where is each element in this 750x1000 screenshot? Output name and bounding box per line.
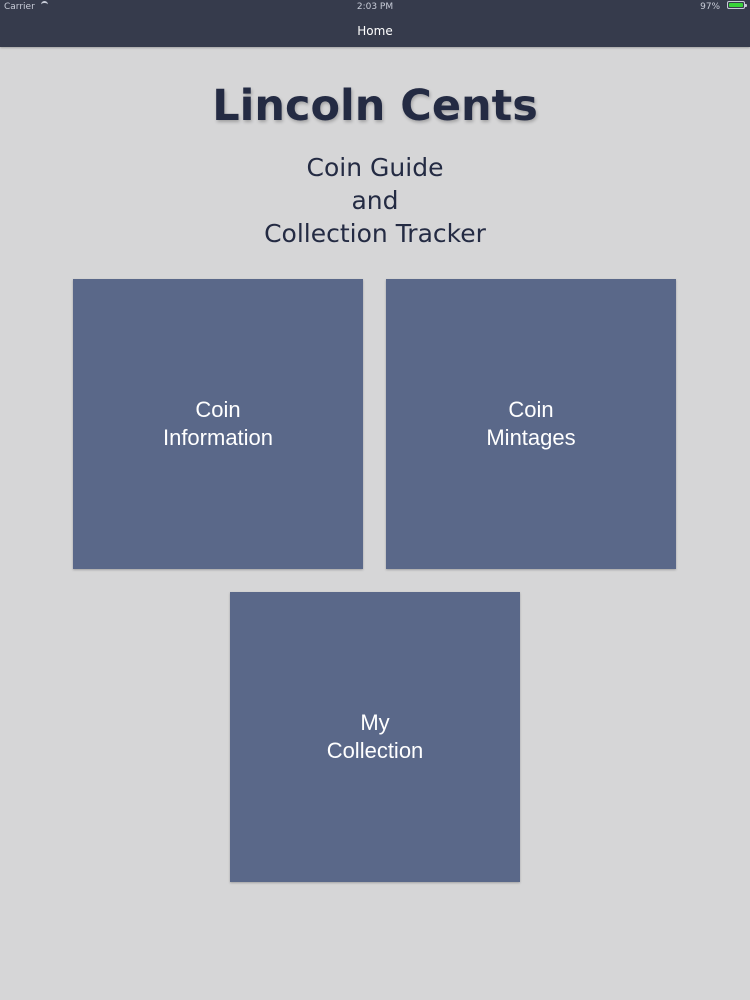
my-collection-label-line-2: Collection [326, 738, 424, 763]
navigation-bar: Carrier 2:03 PM 97% Home [0, 0, 750, 47]
nav-title: Home [357, 24, 393, 38]
subtitle-line-2: and [351, 186, 399, 215]
coin-information-label: Coin Information [163, 396, 273, 452]
coin-mintages-label-line-2: Mintages [486, 425, 576, 450]
my-collection-label: My Collection [327, 709, 424, 765]
coin-mintages-button[interactable]: Coin Mintages [386, 279, 676, 569]
battery-status: 97% [700, 0, 747, 14]
battery-icon [727, 1, 747, 9]
coin-information-button[interactable]: Coin Information [73, 279, 363, 569]
battery-fill [729, 3, 743, 7]
coin-information-label-line-2: Information [162, 425, 274, 450]
subtitle-line-3: Collection Tracker [264, 219, 486, 248]
my-collection-label-line-1: My [360, 710, 390, 735]
status-bar: Carrier 2:03 PM 97% [0, 0, 750, 14]
my-collection-button[interactable]: My Collection [230, 592, 520, 882]
coin-mintages-label: Coin Mintages [486, 396, 575, 452]
subtitle-line-1: Coin Guide [306, 153, 444, 182]
coin-mintages-label-line-1: Coin [508, 397, 554, 422]
page-title: Lincoln Cents [212, 81, 538, 131]
page-subtitle: Coin Guide and Collection Tracker [0, 151, 750, 250]
coin-information-label-line-1: Coin [195, 397, 241, 422]
battery-percentage: 97% [700, 2, 721, 12]
status-time: 2:03 PM [356, 2, 394, 12]
